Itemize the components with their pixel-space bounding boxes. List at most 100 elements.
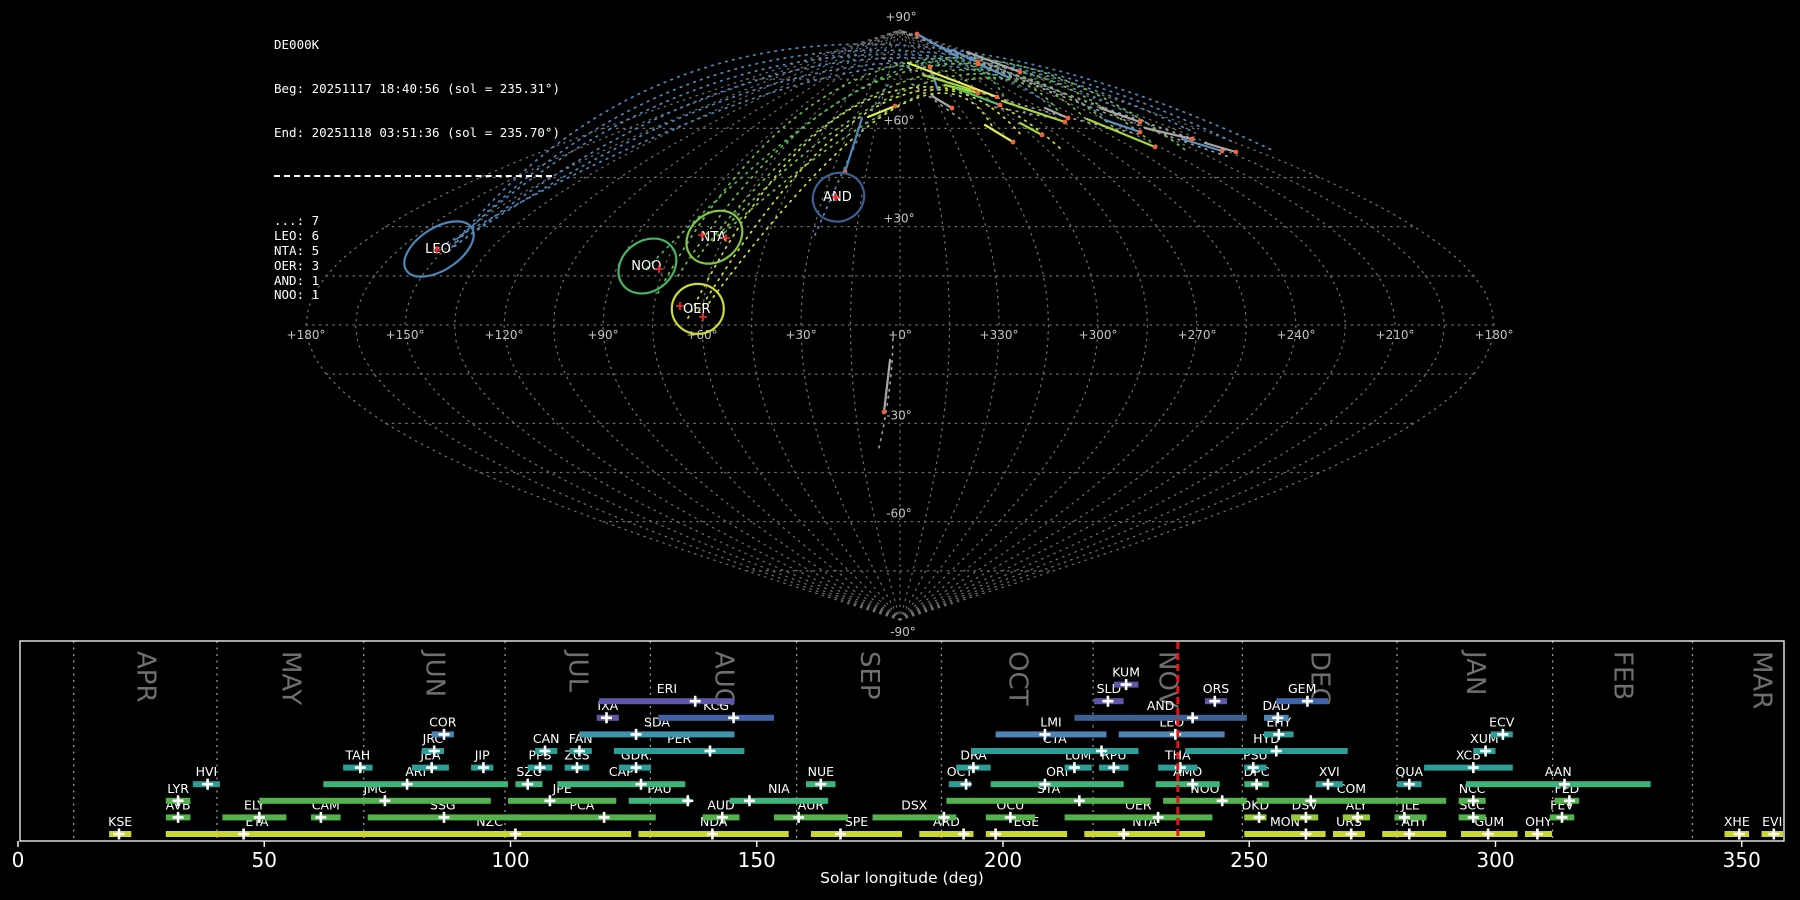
x-tick-label: 350 <box>1723 848 1761 872</box>
shower-peak-marker-ARI <box>401 778 413 790</box>
month-label-JAN: JAN <box>1460 649 1490 695</box>
shower-bars: KSE ETA NZC NDA SPE ARD EGE NTA MON URS AHY GUM OHY X… <box>108 665 1783 840</box>
trail-nta <box>677 62 1151 277</box>
shower-peak-marker-AUR <box>793 811 805 823</box>
shower-label-NIA: NIA <box>768 781 790 796</box>
shower-peak-marker-HYD <box>1270 745 1282 757</box>
month-label-APR: APR <box>130 651 160 703</box>
shower-peak-marker-ETA <box>238 828 250 840</box>
shower-NUE: NUE <box>806 764 836 790</box>
shower-bar-ARI <box>323 781 508 788</box>
x-tick-label: 150 <box>738 848 776 872</box>
shower-HVI: HVI <box>192 764 220 790</box>
shower-CAN: CAN <box>533 731 560 757</box>
shower-peak-marker-AHY <box>1403 828 1415 840</box>
shower-label-TAH: TAH <box>344 748 370 763</box>
shower-label-ORS: ORS <box>1203 681 1230 696</box>
shower-peak-marker-LUM <box>1068 762 1080 774</box>
shower-TAH: TAH <box>343 748 373 774</box>
shower-label-SPE: SPE <box>845 814 868 829</box>
shower-JIP: JIP <box>471 748 494 774</box>
month-label-MAY: MAY <box>275 651 305 705</box>
shower-label-XVI: XVI <box>1319 764 1340 779</box>
trail-leo <box>451 49 1236 248</box>
shower-DSX: DSX <box>872 797 957 823</box>
shower-label-ERI: ERI <box>657 681 677 696</box>
count-line: NOO: 1 <box>274 287 320 303</box>
shower-bar-JMC <box>259 797 491 804</box>
shower-peak-marker-HVI <box>202 778 214 790</box>
longitude-label: +210° <box>1376 328 1415 342</box>
shower-peak-marker-SPE <box>835 828 846 840</box>
shower-bar-NTA <box>1084 831 1205 837</box>
shower-bar-PER <box>613 748 745 754</box>
x-axis-title: Solar longitude (deg) <box>820 869 984 887</box>
shower-label-KUM: KUM <box>1112 665 1140 680</box>
shower-label-AAN: AAN <box>1545 764 1572 779</box>
meteor-endpoint-dot <box>1233 149 1239 155</box>
shower-bar-STA <box>946 797 1151 804</box>
meteor-endpoint-dot <box>914 31 920 37</box>
month-label-OCT: OCT <box>1002 651 1032 706</box>
meteor-endpoint-dot <box>994 94 1000 100</box>
north-pole-label: +90° <box>885 10 916 24</box>
separator-line <box>274 174 552 177</box>
shower-bar-NZC <box>348 831 632 837</box>
meteor-endpoint-dot <box>1010 139 1016 145</box>
count-line: NTA: 5 <box>274 242 320 258</box>
meteor-endpoint-dot <box>881 409 887 415</box>
meteor-endpoint-dot <box>1137 119 1143 125</box>
month-label-MAR: MAR <box>1746 651 1776 709</box>
month-label-FEB: FEB <box>1608 651 1638 700</box>
shower-peak-marker-XCB <box>1467 762 1479 774</box>
longitude-label: +30° <box>785 328 816 342</box>
month-label-SEP: SEP <box>854 651 884 700</box>
shower-peak-marker-ECV <box>1497 728 1509 740</box>
radiant-label-NOO: NOO <box>631 259 661 274</box>
trail-nta <box>723 77 1059 234</box>
shower-peak-marker-OHY <box>1531 828 1543 840</box>
shower-peak-marker-PAU <box>682 795 694 807</box>
shower-peak-marker-XHE <box>1733 828 1745 840</box>
shower-label-AND: AND <box>1147 698 1175 713</box>
shower-peak-marker-ARD <box>958 828 970 840</box>
station-id: DE000K <box>274 36 320 52</box>
meteor-endpoint-dot <box>949 105 955 111</box>
longitude-label: +300° <box>1079 328 1118 342</box>
shower-KUM: KUM <box>1112 665 1140 691</box>
month-label-JUL: JUL <box>563 649 593 693</box>
count-line: LEO: 6 <box>274 228 320 244</box>
meteor-endpoint-dot <box>1065 115 1071 121</box>
meteor-endpoint-dot <box>1017 69 1023 75</box>
shower-XVI: XVI <box>1315 764 1343 790</box>
shower-peak-marker-KCG <box>728 712 740 724</box>
shower-peak-marker-NOO <box>1216 795 1228 807</box>
shower-label-CAN: CAN <box>533 731 560 746</box>
shower-peak-marker-OCT <box>960 778 972 790</box>
shower-peak-marker-CAM <box>315 811 327 823</box>
radiant-label-OER: OER <box>683 302 710 317</box>
shower-peak-marker-AND <box>1187 712 1199 724</box>
latitude-label: -60° <box>886 507 912 521</box>
shower-peak-marker-JEA <box>426 762 438 774</box>
shower-ORS: ORS <box>1203 681 1230 707</box>
longitude-label: +180° <box>1475 328 1514 342</box>
shower-label-OHY: OHY <box>1525 814 1552 829</box>
x-tick-label: 0 <box>12 848 25 872</box>
longitude-label: +270° <box>1178 328 1217 342</box>
meteor-endpoint-dot <box>1189 136 1195 142</box>
shower-peak-marker-AVB <box>172 811 184 823</box>
shower-peak-marker-NUE <box>815 778 827 790</box>
shower-bar-PCA <box>508 814 656 821</box>
meteor-endpoint-dot <box>1137 129 1143 135</box>
shower-peak-marker-JIP <box>477 762 489 774</box>
meteor-endpoint-dot <box>892 103 898 109</box>
shower-peak-marker-KUM <box>1120 679 1132 691</box>
shower-LYR: LYR <box>165 781 191 807</box>
meteor-endpoint-dot <box>1062 119 1068 125</box>
shower-label-XHE: XHE <box>1724 814 1750 829</box>
shower-bar-ORI <box>990 781 1124 788</box>
meteor-endpoint-dot <box>1152 144 1158 150</box>
shower-peak-marker-ERI <box>689 695 701 707</box>
south-pole-label: -90° <box>890 625 916 639</box>
